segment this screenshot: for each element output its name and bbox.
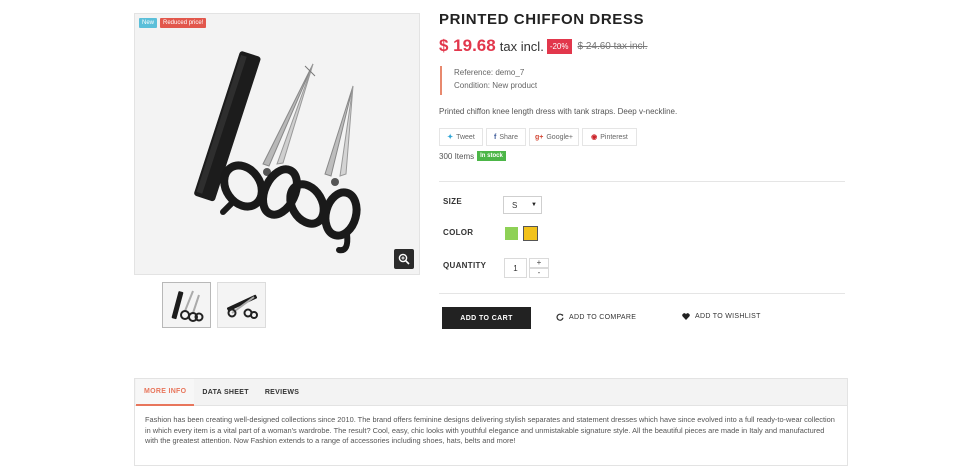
stock-row: 300 Items In stock — [439, 151, 506, 161]
tab-reviews[interactable]: REVIEWS — [257, 379, 307, 406]
thumbnail-1-image — [171, 290, 204, 322]
share-label: Share — [499, 133, 519, 141]
tweet-button[interactable]: ✦ Tweet — [439, 128, 483, 146]
current-price: $ 19.68 — [439, 36, 496, 55]
thumbnail-2[interactable] — [217, 282, 266, 328]
quantity-increase-button[interactable]: + — [529, 258, 549, 268]
price-row: $ 19.68 tax incl. -20% $ 24.60 tax incl. — [439, 36, 648, 56]
zoom-icon[interactable] — [394, 249, 414, 269]
stock-count: 300 Items — [439, 151, 475, 161]
size-label: SIZE — [443, 197, 462, 206]
pinterest-label: Pinterest — [600, 133, 628, 141]
refresh-icon — [556, 313, 564, 321]
tax-label: tax incl. — [499, 38, 544, 54]
color-swatch-yellow[interactable] — [523, 226, 538, 241]
size-value: S — [512, 200, 518, 210]
add-to-wishlist-link[interactable]: ADD TO WISHLIST — [682, 313, 761, 320]
social-share-row: ✦ Tweet f Share g+ Google+ ◉ Pinterest — [439, 128, 637, 146]
divider — [439, 293, 845, 294]
product-tabs: MORE INFO DATA SHEET REVIEWS Fashion has… — [134, 378, 848, 466]
reference-block: Reference: demo_7 Condition: New product — [440, 66, 537, 95]
product-title: PRINTED CHIFFON DRESS — [439, 11, 645, 28]
facebook-icon: f — [493, 133, 497, 141]
twitter-icon: ✦ — [447, 134, 454, 141]
old-price: $ 24.60 tax incl. — [577, 40, 648, 52]
pinterest-icon: ◉ — [591, 134, 598, 141]
google-plus-button[interactable]: g+ Google+ — [529, 128, 579, 146]
heart-icon — [682, 313, 690, 320]
pinterest-button[interactable]: ◉ Pinterest — [582, 128, 637, 146]
tab-more-info[interactable]: MORE INFO — [136, 379, 195, 406]
divider — [439, 181, 845, 182]
tab-data-sheet[interactable]: DATA SHEET — [194, 379, 256, 406]
add-to-compare-label: ADD TO COMPARE — [569, 313, 637, 321]
new-badge: New — [139, 18, 158, 28]
tab-bar: MORE INFO DATA SHEET REVIEWS — [135, 379, 847, 406]
badge-row: New Reduced price! — [139, 18, 207, 28]
quantity-label: QUANTITY — [443, 261, 487, 270]
quantity-decrease-button[interactable]: - — [529, 268, 549, 278]
reference-text: Reference: demo_7 — [454, 68, 525, 77]
add-to-wishlist-label: ADD TO WISHLIST — [695, 313, 761, 320]
color-swatch-green[interactable] — [505, 227, 518, 240]
google-plus-icon: g+ — [534, 133, 544, 141]
product-main-image[interactable]: New Reduced price! — [134, 13, 420, 275]
color-label: COLOR — [443, 228, 474, 237]
caret-down-icon: ▼ — [531, 202, 537, 208]
tweet-label: Tweet — [456, 133, 475, 141]
add-to-compare-link[interactable]: ADD TO COMPARE — [556, 313, 636, 321]
facebook-share-button[interactable]: f Share — [486, 128, 526, 146]
size-select[interactable]: S ▼ — [503, 196, 542, 214]
google-label: Google+ — [546, 133, 574, 141]
quantity-input[interactable]: 1 — [504, 258, 527, 278]
condition-text: Condition: New product — [454, 81, 538, 90]
product-photo — [194, 51, 361, 254]
short-description: Printed chiffon knee length dress with t… — [439, 107, 678, 116]
reduced-price-badge: Reduced price! — [160, 18, 207, 28]
add-to-cart-button[interactable]: ADD TO CART — [442, 307, 531, 329]
more-info-content: Fashion has been creating well-designed … — [145, 415, 835, 446]
discount-badge: -20% — [546, 38, 572, 54]
thumbnail-1[interactable] — [162, 282, 211, 328]
thumbnail-2-image — [226, 294, 258, 319]
in-stock-badge: In stock — [477, 151, 506, 161]
